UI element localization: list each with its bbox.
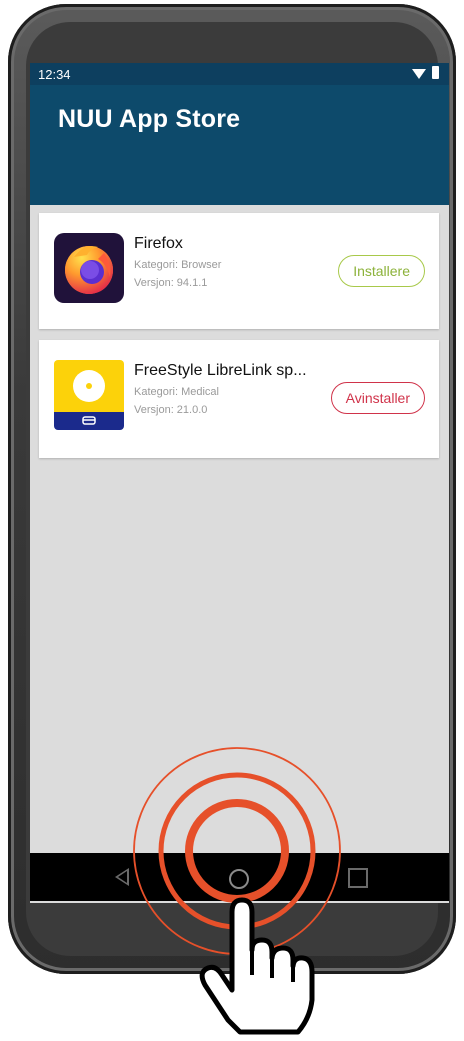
status-bar: 12:34 [30,63,449,85]
uninstall-button[interactable]: Avinstaller [330,382,425,414]
battery-icon [432,66,439,79]
app-bar: NUU App Store [30,85,449,205]
app-name: FreeStyle LibreLink sp... [134,362,307,379]
app-card-freestyle-librelink[interactable]: FreeStyle LibreLink sp... Kategori: Medi… [39,340,439,458]
navigation-bar [30,853,449,901]
app-category: Kategori: Medical [134,386,219,398]
app-version: Versjon: 94.1.1 [134,277,208,289]
app-name: Firefox [134,235,183,252]
firefox-icon [54,233,124,303]
wifi-icon [412,68,426,79]
recent-apps-icon[interactable] [348,868,368,888]
install-button[interactable]: Installere [338,255,425,287]
home-icon[interactable] [229,869,249,889]
status-icons [412,66,439,79]
app-version: Versjon: 21.0.0 [134,404,208,416]
phone-screen: 12:34 NUU App Store Firefox Kategori: Br… [30,63,449,903]
status-time: 12:34 [38,67,71,82]
app-category: Kategori: Browser [134,259,222,271]
app-card-firefox[interactable]: Firefox Kategori: Browser Versjon: 94.1.… [39,213,439,329]
back-icon[interactable] [115,868,129,886]
page-title: NUU App Store [58,105,241,133]
freestyle-librelink-icon [54,360,124,430]
